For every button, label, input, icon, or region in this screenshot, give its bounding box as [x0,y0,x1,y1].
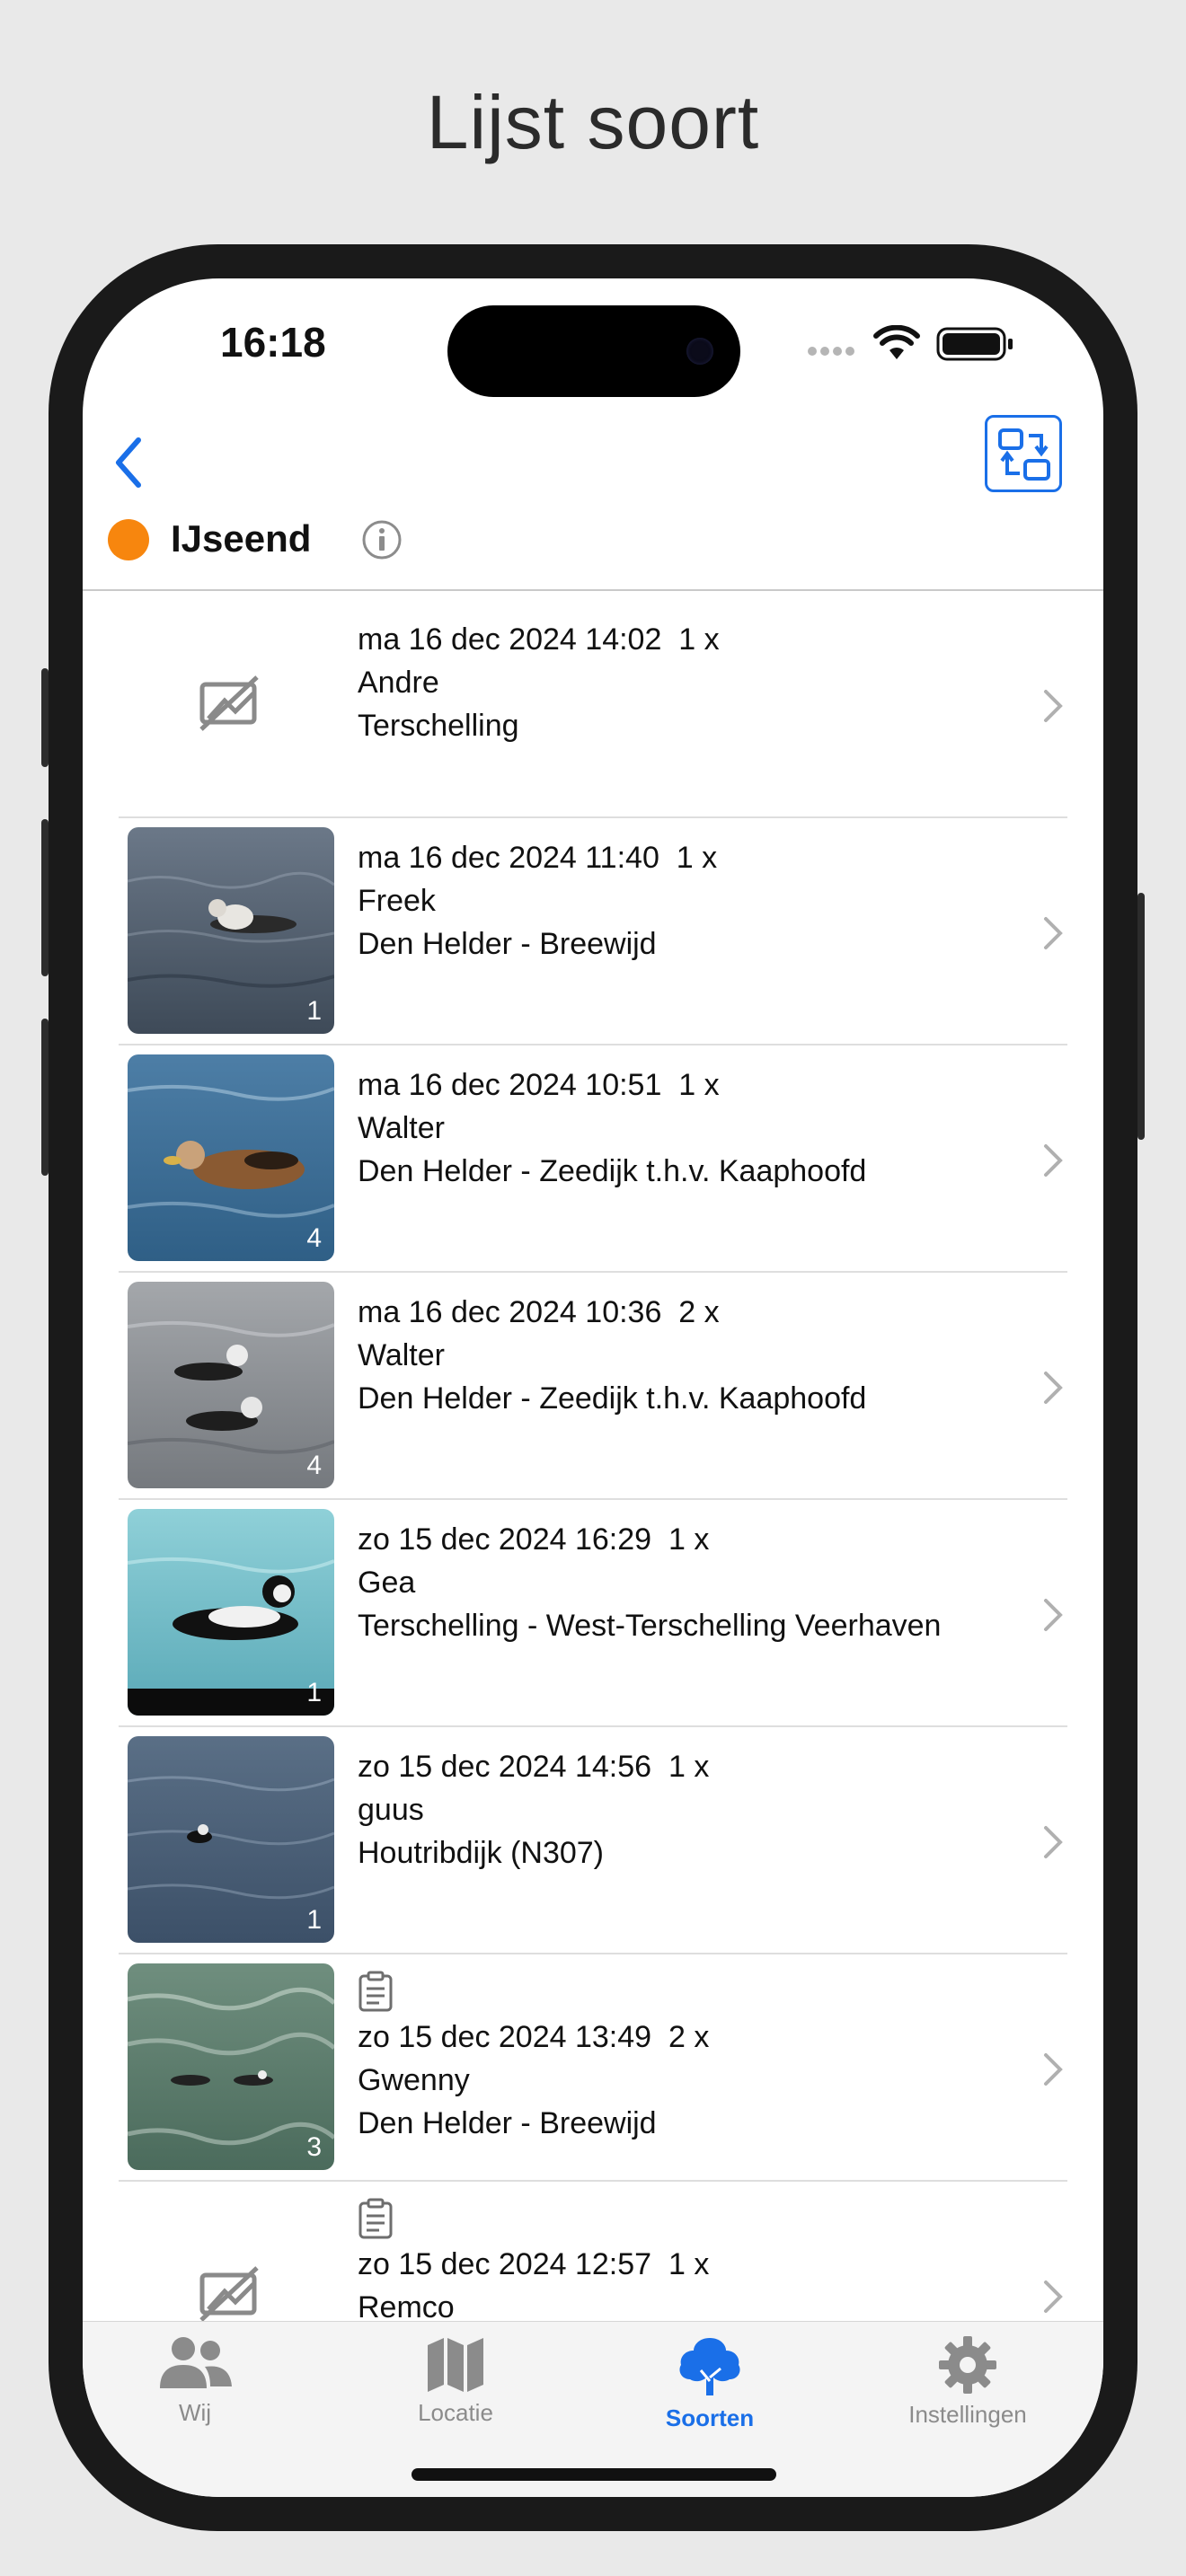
swap-view-button[interactable] [985,415,1062,492]
observation-row[interactable]: 1 zo 15 dec 2024 14:56 1 x guus Houtribd… [83,1727,1103,1954]
page-title: Lijst soort [426,80,760,164]
chevron-right-icon [1044,2280,1063,2313]
observation-row[interactable]: 1 ma 16 dec 2024 11:40 1 x Freek Den Hel… [83,818,1103,1045]
chevron-right-icon [1044,1372,1063,1404]
dynamic-island [447,305,740,397]
obs-location: Den Helder - Breewijd [358,927,657,961]
cellular-signal-icon [808,347,854,356]
no-image-icon [199,675,259,731]
tab-label: Instellingen [908,2401,1027,2428]
photo-count: 4 [306,1451,322,1480]
phone-frame: 16:18 IJseend ma 16 dec 2024 14:02 1 x A… [41,244,1145,2531]
obs-count: 1 x [668,1750,710,1784]
volume-up-button [41,819,49,976]
photo-thumbnail: 4 [128,1282,334,1488]
photo-thumbnail: 1 [128,827,334,1034]
species-header: IJseend [108,514,737,568]
obs-datetime: ma 16 dec 2024 14:02 [358,622,662,657]
obs-location: Terschelling - West-Terschelling Veerhav… [358,1609,942,1643]
home-indicator [412,2468,776,2481]
photo-thumbnail: 1 [128,1736,334,1943]
status-time: 16:18 [220,319,326,366]
species-name: IJseend [171,517,312,560]
obs-datetime: zo 15 dec 2024 14:56 [358,1750,652,1784]
obs-count: 1 x [676,841,718,875]
obs-location: Den Helder - Breewijd [358,2106,657,2140]
tab-instellingen[interactable]: Instellingen [855,2334,1080,2429]
observation-row[interactable]: 4 ma 16 dec 2024 10:36 2 x Walter Den He… [83,1273,1103,1500]
power-button [1137,893,1145,1140]
obs-observer: Andre [358,666,439,700]
observation-list[interactable]: ma 16 dec 2024 14:02 1 x Andre Terschell… [83,591,1103,2321]
observation-row[interactable]: ma 16 dec 2024 14:02 1 x Andre Terschell… [83,591,1103,818]
obs-location: Den Helder - Zeedijk t.h.v. Kaaphoofd [358,1381,867,1416]
photo-count: 4 [306,1223,322,1253]
species-status-dot [108,519,149,560]
obs-datetime: zo 15 dec 2024 16:29 [358,1522,652,1557]
obs-observer: guus [358,1793,424,1827]
observation-row[interactable]: 1 zo 15 dec 2024 16:29 1 x Gea Terschell… [83,1500,1103,1727]
observation-row[interactable]: 3 zo 15 dec 2024 13:49 2 x Gwenny Den He… [83,1954,1103,2182]
wifi-icon [873,325,920,359]
swap-icon [998,428,1050,481]
obs-observer: Gwenny [358,2063,470,2097]
tab-locatie[interactable]: Locatie [343,2334,568,2427]
obs-observer: Walter [358,1111,445,1145]
gear-icon [939,2336,996,2394]
tab-soorten[interactable]: Soorten [597,2334,822,2432]
observation-row[interactable]: 4 ma 16 dec 2024 10:51 1 x Walter Den He… [83,1045,1103,1273]
notes-clipboard-icon [358,1971,393,2012]
chevron-right-icon [1044,1144,1063,1177]
map-icon [428,2338,483,2392]
obs-observer: Remco [358,2290,455,2321]
battery-icon [936,327,1013,361]
photo-thumbnail: 1 [128,1509,334,1716]
obs-datetime: zo 15 dec 2024 13:49 [358,2020,652,2054]
photo-count: 1 [306,1678,322,1707]
obs-count: 2 x [668,2020,710,2054]
obs-datetime: ma 16 dec 2024 10:51 [358,1068,662,1102]
tree-icon [679,2338,740,2395]
obs-observer: Gea [358,1566,416,1600]
obs-location: Den Helder - Zeedijk t.h.v. Kaaphoofd [358,1154,867,1188]
obs-datetime: ma 16 dec 2024 10:36 [358,1295,662,1329]
no-image-icon [199,2266,259,2321]
action-button [41,668,49,767]
chevron-right-icon [1044,1599,1063,1631]
chevron-right-icon [1044,690,1063,722]
photo-thumbnail: 4 [128,1054,334,1261]
obs-datetime: zo 15 dec 2024 12:57 [358,2247,652,2281]
obs-location: Terschelling [358,709,519,743]
photo-count: 3 [306,2132,322,2162]
back-chevron-icon[interactable] [102,431,156,494]
people-icon [160,2337,232,2388]
obs-datetime: ma 16 dec 2024 11:40 [358,841,659,875]
photo-count: 1 [306,1905,322,1935]
volume-down-button [41,1019,49,1176]
observation-row[interactable]: zo 15 dec 2024 12:57 1 x Remco [83,2182,1103,2321]
info-icon[interactable] [361,519,403,560]
status-icons [807,325,1013,361]
obs-count: 1 x [678,1068,720,1102]
tab-label: Soorten [665,2404,755,2431]
notes-clipboard-icon [358,2198,393,2239]
obs-observer: Walter [358,1338,445,1372]
obs-count: 1 x [678,622,720,657]
chevron-right-icon [1044,2053,1063,2086]
obs-observer: Freek [358,884,436,918]
tab-wij[interactable]: Wij [83,2334,307,2427]
obs-count: 1 x [668,1522,710,1557]
chevron-right-icon [1044,1826,1063,1858]
chevron-right-icon [1044,917,1063,949]
obs-location: Houtribdijk (N307) [358,1836,604,1870]
obs-count: 1 x [668,2247,710,2281]
photo-count: 1 [306,996,322,1026]
photo-thumbnail: 3 [128,1963,334,2170]
screen: 16:18 IJseend ma 16 dec 2024 14:02 1 x A… [83,278,1103,2497]
tab-label: Wij [178,2399,212,2426]
tab-label: Locatie [418,2399,493,2426]
obs-count: 2 x [678,1295,720,1329]
